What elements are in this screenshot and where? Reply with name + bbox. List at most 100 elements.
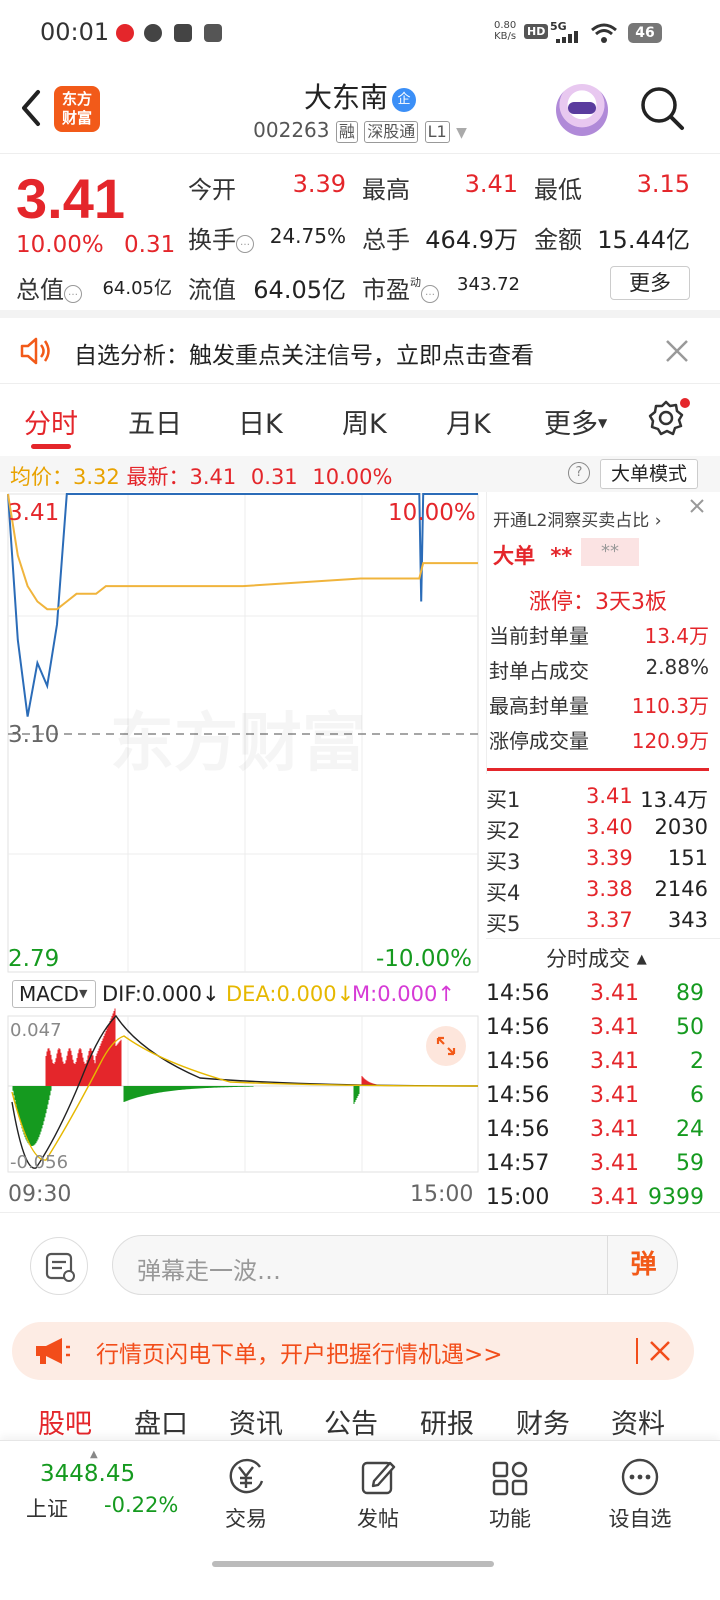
promo-banner[interactable]: 行情页闪电下单，开户把握行情机遇>> [12, 1322, 694, 1380]
pe-value: 343.72 [457, 274, 520, 295]
vivo-app-icon [204, 24, 222, 42]
signal-bars-icon [556, 31, 578, 43]
limit-row: 封单占成交 2.88% [489, 655, 709, 683]
grid-icon [492, 1461, 528, 1496]
side-panel: 开通L2洞察买卖占比 › 大单 ** ** 涨停：3天3板 当前封单量 13.4万… [486, 492, 720, 1212]
quote-panel: 3.41 10.00% 0.31 今开 3.39 最高 3.41 最低 3.15… [0, 154, 720, 318]
tab-weekly-k[interactable]: 周K [342, 402, 387, 441]
macd-legend: MACD▼ DIF:0.000↓ DEA:0.000↓ M:0.000↑ [8, 976, 478, 1010]
tab-research[interactable]: 研报 [420, 1402, 474, 1441]
latest-change: 0.31 [250, 465, 298, 489]
nav-post[interactable]: 发帖 [328, 1455, 428, 1533]
tab-profile[interactable]: 资料 [611, 1402, 665, 1441]
order-book-row: 买3 3.39 151 [486, 846, 708, 874]
tick-row: 14:56 3.41 24 [486, 1117, 704, 1142]
tab-finance[interactable]: 财务 [516, 1402, 570, 1441]
amount-value: 15.44亿 [597, 226, 690, 254]
analysis-text: 自选分析：触发重点关注信号，立即点击查看 [74, 343, 534, 369]
nav-post-label: 发帖 [357, 1507, 399, 1531]
macd-frame [7, 1015, 479, 1173]
nav-trade[interactable]: 交易 [196, 1455, 296, 1533]
tab-pankou[interactable]: 盘口 [134, 1402, 188, 1441]
high-value: 3.41 [464, 170, 518, 198]
search-icon[interactable] [638, 84, 686, 132]
megaphone-icon [36, 1338, 70, 1364]
info-icon[interactable]: … [64, 285, 82, 303]
l2-link[interactable]: 开通L2洞察买卖占比 › [493, 506, 662, 531]
index-ticker[interactable]: ▲ 3448.45 上证 -0.22% [18, 1449, 188, 1535]
enterprise-badge: 企 [392, 88, 416, 112]
edit-icon [361, 1461, 396, 1495]
tab-announcements[interactable]: 公告 [324, 1402, 378, 1441]
danmaku-input[interactable]: 弹幕走一波… 弹 [112, 1235, 678, 1295]
active-tab-underline [31, 444, 71, 449]
turnover-label: 换手… [188, 220, 254, 255]
time-start-label: 09:30 [8, 1182, 72, 1207]
close-icon[interactable] [648, 1339, 672, 1363]
wifi-icon [591, 23, 617, 43]
tab-news[interactable]: 资讯 [229, 1402, 283, 1441]
m-value: M:0.000↑ [352, 982, 455, 1006]
high-label: 最高 [362, 176, 410, 204]
total-cap-value: 64.05亿 [102, 278, 172, 299]
help-icon[interactable]: ? [568, 462, 590, 484]
robot-assistant-icon[interactable] [556, 84, 608, 136]
trade-ticks[interactable]: 分时成交 ▲ 14:56 3.41 89 14:56 3.41 50 14:56 3.41… [486, 938, 720, 1212]
nav-functions[interactable]: 功能 [460, 1455, 560, 1533]
tab-monthly-k[interactable]: 月K [446, 402, 491, 441]
volume-label: 总手 [362, 226, 410, 254]
bottom-pct-label: -10.00% [376, 946, 472, 972]
ticks-title[interactable]: 分时成交 ▲ [546, 943, 647, 973]
latest-value: 3.41 [189, 465, 237, 489]
order-book-row: 买5 3.37 343 [486, 908, 708, 936]
danmaku-settings-icon[interactable] [30, 1237, 88, 1295]
amount-label: 金额 [534, 226, 582, 254]
limit-up-streak: 涨停：3天3板 [529, 590, 667, 615]
close-icon[interactable] [664, 338, 690, 364]
more-button[interactable]: 更多 [610, 266, 690, 300]
hd-badge: HD [524, 24, 549, 39]
stock-subtitle: 002263 融 深股通 L1 ▼ [0, 118, 720, 143]
tab-daily-k[interactable]: 日K [238, 402, 283, 441]
order-book-row: 买1 3.41 13.4万 [486, 784, 708, 812]
tab-guba[interactable]: 股吧 [38, 1402, 92, 1441]
tab-five-day[interactable]: 五日 [128, 402, 182, 441]
tab-more[interactable]: 更多▼ [544, 402, 607, 441]
stock-name: 大东南 [303, 81, 388, 114]
yen-circle-icon [229, 1458, 264, 1494]
latest-percent: 10.00% [312, 465, 393, 489]
home-indicator[interactable] [212, 1561, 494, 1567]
open-value: 3.39 [292, 170, 346, 198]
speaker-icon [20, 337, 50, 365]
macd-select[interactable]: MACD▼ [12, 980, 96, 1008]
chart-tabs: 分时 五日 日K 周K 月K 更多▼ [0, 384, 720, 456]
connect-tag: 深股通 [364, 121, 419, 143]
latest-label: 最新： [126, 465, 190, 489]
info-icon[interactable]: … [421, 285, 439, 303]
battery-icon: 46 [628, 23, 662, 43]
info-icon[interactable]: … [236, 235, 254, 253]
nav-functions-label: 功能 [489, 1507, 531, 1531]
analysis-banner[interactable]: 自选分析：触发重点关注信号，立即点击查看 [0, 318, 720, 384]
index-value: 3448.45 [40, 1461, 136, 1487]
level-tag: L1 [424, 121, 450, 143]
volume-value: 464.9万 [425, 226, 518, 254]
float-cap-value: 64.05亿 [253, 276, 346, 304]
chevron-down-icon[interactable]: ▼ [456, 125, 467, 141]
tick-row: 14:56 3.41 89 [486, 981, 704, 1006]
big-order-mode-button[interactable]: 大单模式 [600, 459, 698, 489]
tab-intraday[interactable]: 分时 [24, 402, 78, 441]
index-name: 上证 [26, 1497, 68, 1521]
order-book[interactable]: 买1 3.41 13.4万 买2 3.40 2030 买3 3.39 151 买4 3.38 2… [486, 784, 720, 938]
watermark: 东方财富 [110, 692, 366, 784]
intraday-chart[interactable]: 3.41 10.00% 3.10 2.79 -10.00% 东方财富 MACD▼… [0, 492, 486, 1212]
nav-trade-label: 交易 [225, 1507, 267, 1531]
expand-icon[interactable] [426, 1026, 466, 1066]
nav-add-watchlist[interactable]: 设自选 [590, 1455, 690, 1533]
danmaku-toggle-button[interactable]: 弹 [607, 1236, 679, 1294]
status-bar: 00:01 0.80 KB/s HD 5G 46 [0, 0, 720, 64]
close-icon[interactable] [687, 496, 707, 516]
dea-value: DEA:0.000↓ [226, 982, 355, 1006]
pe-label: 市盈动… [362, 270, 439, 305]
float-cap-label: 流值 [188, 276, 236, 304]
